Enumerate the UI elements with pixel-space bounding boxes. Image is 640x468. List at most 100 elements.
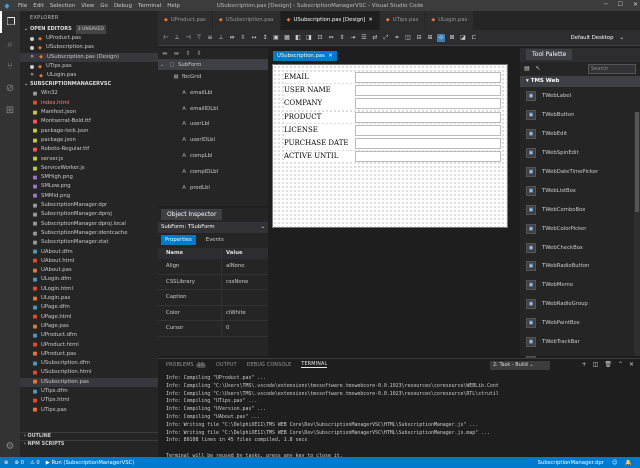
structure-root[interactable]: ⌄ ▢ SubForm [158,60,268,70]
unsaved-dot-icon[interactable] [30,36,34,41]
structure-item[interactable]: AuserLbl [158,117,268,133]
structure-item[interactable]: AcompIDLbl [158,165,268,181]
file-item[interactable]: ■ UProduct.html [20,341,158,350]
file-item[interactable]: ■ UPage.pas [20,322,158,331]
structure-item[interactable]: AemailIDLbl [158,102,268,118]
form-field-edit[interactable] [355,138,501,150]
file-item[interactable]: ■ UPage.dfm [20,303,158,312]
form-field-label[interactable]: PURCHASE DATE [284,138,355,150]
palette-view-icon[interactable]: ▤ [523,65,531,73]
file-item[interactable]: ■ ULogin.pas [20,294,158,303]
palette-search-input[interactable]: Search [588,64,636,74]
form-field-edit[interactable] [355,85,501,97]
unsaved-dot-icon[interactable] [30,64,34,69]
menu-item-debug[interactable]: Debug [114,3,132,9]
editor-tab[interactable]: ◆ UProduct.pas [158,11,213,30]
layout-selector[interactable]: Default Desktop ⌄ [571,35,624,41]
file-item[interactable]: ■ UPage.html [20,313,158,322]
search-icon[interactable]: ⌕ [0,33,20,55]
file-item[interactable]: ■ UProduct.dfm [20,331,158,340]
flip-icon[interactable]: ⇄ [371,34,379,42]
close-icon[interactable]: ✕ [633,1,638,8]
palette-item[interactable]: ▣ TWebButton [520,106,640,125]
space-vert-icon[interactable]: ⇳ [239,34,247,42]
close-icon[interactable]: ✕ [30,53,36,62]
close-panel-icon[interactable]: ✕ [629,361,634,368]
lock-icon[interactable]: ⊡ [316,34,324,42]
property-row[interactable]: Align alNone [158,259,268,275]
open-editor-item[interactable]: ◆ USubscription.pas [20,43,158,52]
file-item[interactable]: ■ UTips.pas [20,406,158,415]
form-field-edit[interactable] [355,124,501,136]
property-value[interactable]: clWhite [222,306,246,321]
palette-item[interactable]: ▣ TWebListBox [520,181,640,200]
snap-icon[interactable]: ⌗ [393,34,401,42]
file-item[interactable]: ■ ServiceWorker.js [20,164,158,173]
property-value[interactable]: alNone [222,259,245,274]
open-editor-item[interactable]: ✕ ◆ USubscription.pas (Design) [20,52,158,62]
object-selector[interactable]: SubForm: TSubForm ⌄ [158,222,268,233]
palette-category[interactable]: ▾ TMS Web [520,76,640,87]
structure-item[interactable]: ▦ fbcGrid [158,70,268,86]
file-item[interactable]: ■ UProduct.pas [20,350,158,359]
ruler-icon[interactable]: ⊏ [470,34,478,42]
open-editor-item[interactable]: ✕ ◆ ULogin.pas [20,71,158,80]
palette-item[interactable]: ▣ TWebLabel [520,87,640,106]
file-item[interactable]: ■ Montserrat-Bold.ttf [20,117,158,126]
palette-item[interactable]: ▣ TWebTrackBar [520,333,640,352]
palette-item[interactable]: ▣ TWebColorPicker [520,219,640,238]
tab-properties[interactable]: Properties [161,235,196,245]
file-item[interactable]: ■ SubscriptionManager.dpr [20,201,158,210]
error-count[interactable]: ⊗ 0 [14,460,24,466]
editor-tab[interactable]: ◆ USubscription.pas [Design] ✕ [280,11,380,30]
debug-icon[interactable]: ⊘ [0,77,20,99]
tab-problems[interactable]: PROBLEMS 10 [166,362,207,368]
structure-item[interactable]: AuserIDLbl [158,133,268,149]
open-editor-item[interactable]: ◆ UTips.pas [20,62,158,71]
palette-item[interactable]: ▣ TWebCheckBox [520,238,640,257]
file-item[interactable]: ■ SubscriptionManager.stat [20,238,158,247]
file-item[interactable]: ■ UAbout.html [20,257,158,266]
form-field-label[interactable]: USER NAME [284,85,355,97]
file-item[interactable]: ■ ULogin.dfm [20,275,158,284]
send-back-icon[interactable]: ◨ [305,34,313,42]
file-item[interactable]: ■ Win32 [20,89,158,98]
file-item[interactable]: ■ USubscription.html [20,368,158,377]
trash-icon[interactable]: 🗑 [604,361,612,368]
toggle-form-icon[interactable]: ⊞ [426,34,434,42]
minimize-icon[interactable]: ─ [604,1,608,8]
menu-item-terminal[interactable]: Terminal [138,3,161,9]
palette-item[interactable]: ▣ TWebEdit [520,125,640,144]
property-value[interactable] [222,290,226,305]
tab-output[interactable]: OUTPUT [216,363,237,368]
scale-icon[interactable]: ⤢ [382,34,390,42]
align-left-icon[interactable]: ⊢ [162,34,170,42]
file-item[interactable]: ■ Manifest.json [20,108,158,117]
align-dialog-icon[interactable]: ⊟ [415,34,423,42]
maximize-panel-icon[interactable]: ⌃ [618,361,623,368]
move-down-icon[interactable]: ⬇ [196,50,201,57]
tab-debug-console[interactable]: DEBUG CONSOLE [247,363,292,368]
structure-item[interactable]: AemailLbl [158,86,268,102]
menu-item-edit[interactable]: Edit [33,3,44,9]
property-value[interactable]: 0 [222,321,229,336]
tab-order-icon[interactable]: ⇥ [349,34,357,42]
align-middle-icon[interactable]: ≡ [206,34,214,42]
unsaved-dot-icon[interactable] [30,45,34,50]
file-item[interactable]: ■ package.json [20,136,158,145]
settings-gear-icon[interactable]: ⚙ [0,435,20,457]
explorer-icon[interactable]: ❐ [0,11,20,33]
property-row[interactable]: Caption [158,290,268,306]
bell-icon[interactable]: 🔔 [625,460,632,466]
structure-folder-icon[interactable]: ▬ [174,50,180,57]
property-value[interactable]: cssNone [222,275,248,290]
pointer-icon[interactable]: ↖ [534,65,542,73]
same-width-icon[interactable]: ↔ [250,34,258,42]
form-field-label[interactable]: COMPANY [284,98,355,110]
file-item[interactable]: ■ package-lock.json [20,127,158,136]
fit-icon[interactable]: ⊠ [448,34,456,42]
menu-item-help[interactable]: Help [167,3,180,9]
structure-item[interactable]: AprodLbl [158,181,268,197]
file-item[interactable]: ■ SMHigh.png [20,173,158,182]
editor-tab[interactable]: ◆ ULogin.pas [425,11,475,30]
